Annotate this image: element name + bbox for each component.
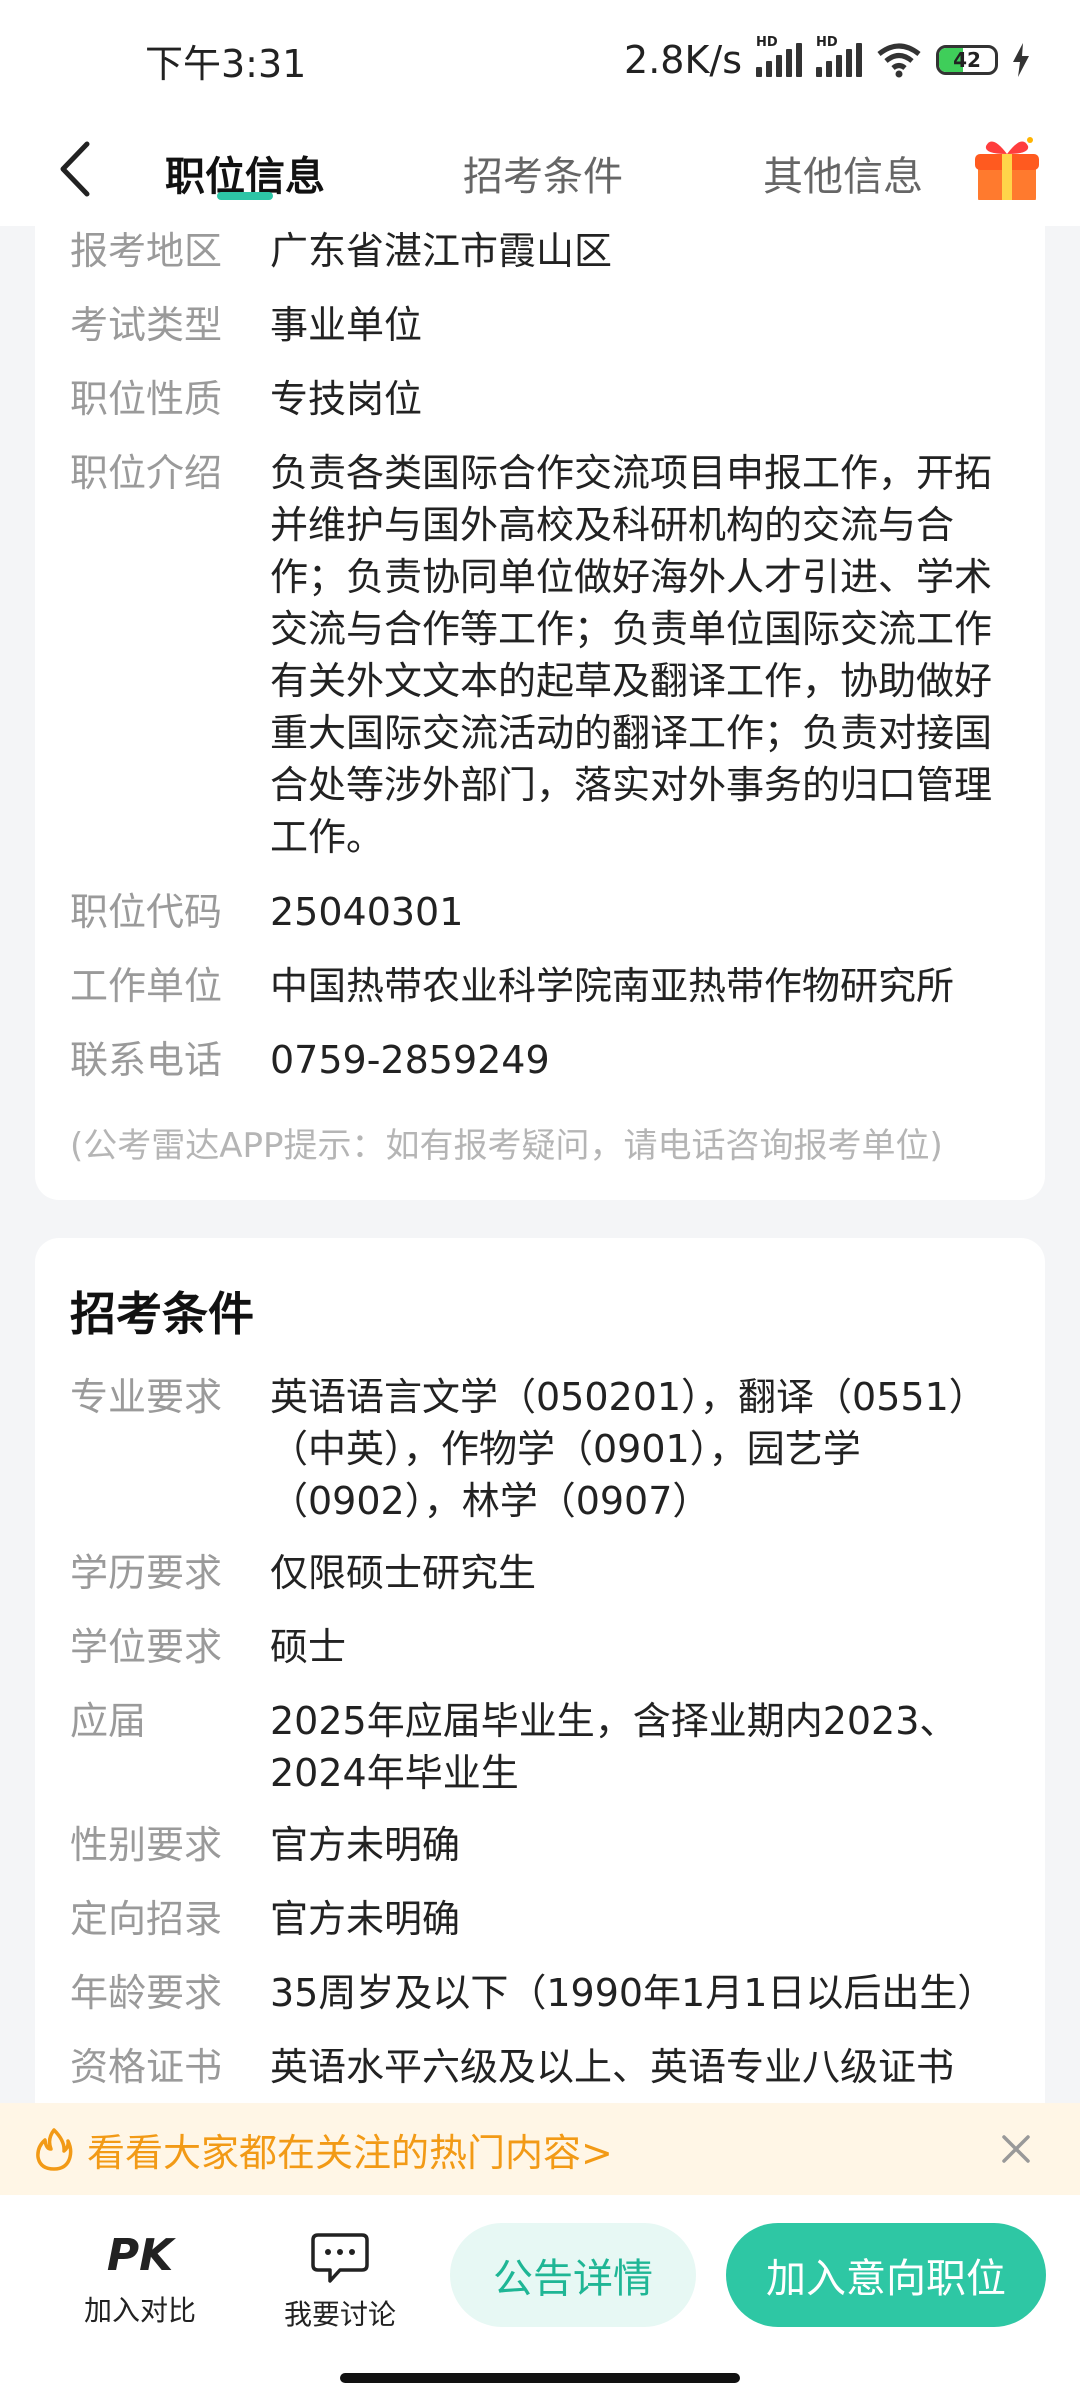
info-label: 职位代码 [70,890,223,934]
major-line: 英语语言文学（050201），翻译（0551） [270,1375,987,1419]
back-button[interactable] [40,134,110,204]
major-line: （中英），作物学（0901），园艺学 [270,1427,861,1471]
info-row-description: 职位介绍 负责各类国际合作交流项目申报工作，开拓 并维护与国外高校及科研机构的交… [70,447,1015,863]
cond-label: 年龄要求 [70,1971,223,2015]
cond-label: 资格证书 [70,2045,223,2089]
cond-row-degree: 学位要求 硕士 [70,1621,1015,1673]
home-indicator[interactable] [340,2373,740,2383]
info-value: 专技岗位 [270,377,423,421]
tab-label: 招考条件 [463,154,623,200]
cond-value: 35周岁及以下（1990年1月1日以后出生） [270,1971,996,2015]
cond-value: 仅限硕士研究生 [270,1551,537,1595]
description-line: 工作。 [270,815,385,859]
compare-label: 加入对比 [83,2294,196,2327]
description-line: 交流与合作等工作；负责单位国际交流工作 [270,607,993,651]
info-label: 职位介绍 [70,451,223,495]
section-title: 招考条件 [70,1287,254,1341]
wifi-icon [877,43,921,78]
info-value: 事业单位 [270,303,423,347]
pk-icon: PK [106,2230,174,2281]
info-label: 考试类型 [70,303,223,347]
status-bar: 下午3:31 2.8K/s HD HD 42 [0,0,1080,120]
tab-label: 其他信息 [763,154,923,200]
info-label: 报考地区 [70,229,223,273]
flame-icon [36,2128,73,2171]
chat-bubble-icon [311,2233,369,2283]
info-value: 负责各类国际合作交流项目申报工作，开拓 并维护与国外高校及科研机构的交流与合 作… [270,447,1015,863]
info-value: 25040301 [270,890,464,934]
description-line: 重大国际交流活动的翻译工作；负责对接国 [270,711,993,755]
battery-level: 42 [953,48,981,72]
tab-active-indicator [217,192,273,200]
discuss-button[interactable]: 我要讨论 [270,2231,410,2333]
compare-button[interactable]: PK 加入对比 [70,2231,210,2329]
app-hint-text: (公考雷达APP提示：如有报考疑问，请电话咨询报考单位) [70,1126,943,1166]
cond-value: 官方未明确 [270,1897,461,1941]
cond-value: 2025年应届毕业生，含择业期内2023、 2024年毕业生 [270,1695,1015,1799]
cond-row-fresh-graduate: 应届 2025年应届毕业生，含择业期内2023、 2024年毕业生 [70,1695,1015,1799]
cond-label: 学历要求 [70,1551,223,1595]
info-label: 职位性质 [70,377,223,421]
cond-value: 官方未明确 [270,1823,461,1867]
signal-icon: HD [756,35,802,77]
graduate-line: 2025年应届毕业生，含择业期内2023、 [270,1699,958,1743]
discuss-label: 我要讨论 [283,2298,396,2331]
gift-icon[interactable] [972,130,1042,210]
banner-text: 看看大家都在关注的热门内容> [87,2130,613,2175]
info-label: 工作单位 [70,964,223,1008]
hot-content-banner[interactable]: 看看大家都在关注的热门内容> [0,2103,1080,2195]
cond-label: 性别要求 [70,1823,223,1867]
phone-number[interactable]: 0759-2859249 [270,1034,1015,1086]
cond-row-targeted: 定向招录 官方未明确 [70,1893,1015,1945]
battery-icon: 42 [936,45,998,75]
network-speed: 2.8K/s [624,38,742,82]
conditions-card: 招考条件 专业要求 英语语言文学（050201），翻译（0551） （中英），作… [35,1238,1045,2138]
info-value: 广东省湛江市霞山区 [270,229,613,273]
cond-label: 应届 [70,1699,147,1743]
info-row-position-nature: 职位性质 专技岗位 [70,373,1015,425]
cond-value: 英语语言文学（050201），翻译（0551） （中英），作物学（0901），园… [270,1371,1015,1527]
info-row-phone: 联系电话 0759-2859249 [70,1034,1015,1086]
info-row-employer: 工作单位 中国热带农业科学院南亚热带作物研究所 [70,960,1015,1012]
cond-label: 专业要求 [70,1375,223,1419]
cond-row-major: 专业要求 英语语言文学（050201），翻译（0551） （中英），作物学（09… [70,1371,1015,1527]
description-line: 并维护与国外高校及科研机构的交流与合 [270,503,955,547]
close-icon[interactable] [992,2125,1040,2173]
cond-value: 硕士 [270,1625,347,1669]
status-indicators: 2.8K/s HD HD 42 [624,35,1030,82]
back-arrow-icon [60,141,90,197]
cond-label: 学位要求 [70,1625,223,1669]
description-line: 作；负责协同单位做好海外人才引进、学术 [270,555,993,599]
graduate-line: 2024年毕业生 [270,1751,519,1795]
cond-label: 定向招录 [70,1897,223,1941]
charging-icon [1013,43,1029,77]
add-intent-position-button[interactable]: 加入意向职位 [726,2223,1046,2327]
cond-value: 英语水平六级及以上、英语专业八级证书 [270,2045,955,2089]
cond-row-age: 年龄要求 35周岁及以下（1990年1月1日以后出生） [70,1967,1015,2019]
description-line: 有关外文文本的起草及翻译工作，协助做好 [270,659,993,703]
description-line: 合处等涉外部门，落实对外事务的归口管理 [270,763,993,807]
status-time: 下午3:31 [145,41,307,86]
info-value: 中国热带农业科学院南亚热带作物研究所 [270,964,955,1008]
cond-row-education: 学历要求 仅限硕士研究生 [70,1547,1015,1599]
info-row-region: 报考地区 广东省湛江市霞山区 [70,225,1015,277]
description-line: 负责各类国际合作交流项目申报工作，开拓 [270,451,993,495]
info-row-position-code: 职位代码 25040301 [70,886,1015,938]
cond-row-gender: 性别要求 官方未明确 [70,1819,1015,1871]
cond-row-certificate: 资格证书 英语水平六级及以上、英语专业八级证书 [70,2041,1015,2093]
signal-icon: HD [816,35,862,77]
notice-detail-button[interactable]: 公告详情 [450,2223,696,2327]
major-line: （0902），林学（0907） [270,1479,711,1523]
info-label: 联系电话 [70,1038,223,1082]
bottom-action-bar: PK 加入对比 我要讨论 公告详情 加入意向职位 [0,2195,1080,2400]
position-info-card: 报考地区 广东省湛江市霞山区 考试类型 事业单位 职位性质 专技岗位 职位介绍 … [35,200,1045,1200]
info-row-exam-type: 考试类型 事业单位 [70,299,1015,351]
